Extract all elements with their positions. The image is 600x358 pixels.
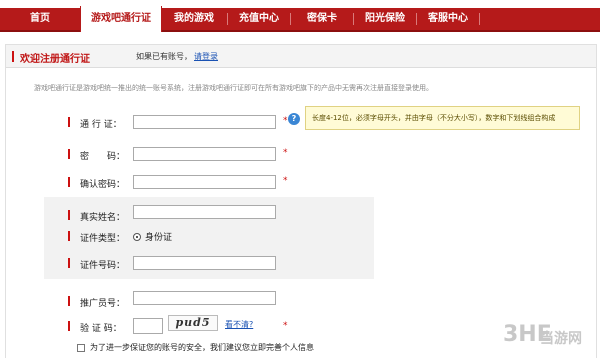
- intro-text: 游戏吧通行证是游戏吧统一推出的统一账号系统，注册游戏吧通行证即可在所有游戏吧旗下…: [34, 84, 433, 92]
- nav-security-card[interactable]: 密保卡: [291, 8, 353, 30]
- account-input[interactable]: [133, 115, 276, 129]
- watermark-text: 当游网: [540, 331, 582, 347]
- row-marker: [68, 149, 70, 159]
- nav-passport[interactable]: 游戏吧通行证: [80, 6, 162, 32]
- idtype-label: 证件类型：: [80, 234, 126, 244]
- row-marker: [68, 117, 70, 127]
- idnumber-input[interactable]: [133, 256, 276, 270]
- captcha-input[interactable]: [133, 318, 163, 334]
- required-star: *: [283, 116, 288, 126]
- row-marker: [68, 258, 70, 268]
- idtype-radio[interactable]: [133, 233, 141, 241]
- nav-divider: [479, 13, 480, 25]
- realname-input[interactable]: [133, 205, 276, 219]
- promoter-label: 推广员号：: [80, 299, 126, 309]
- row-marker: [68, 296, 70, 306]
- help-icon[interactable]: ?: [288, 113, 300, 125]
- required-star: *: [283, 148, 288, 158]
- register-panel: 欢迎注册通行证 如果已有账号， 请登录 游戏吧通行证是游戏吧统一推出的统一账号系…: [5, 44, 597, 358]
- login-note: 如果已有账号，: [136, 52, 192, 61]
- required-star: *: [283, 176, 288, 186]
- idnumber-label: 证件号码：: [80, 261, 126, 271]
- nav-home[interactable]: 首页: [0, 8, 80, 30]
- captcha-refresh-link[interactable]: 看不清?: [225, 319, 253, 330]
- page-title: 欢迎注册通行证: [20, 54, 90, 65]
- complete-info-label: 为了进一步保证您的账号的安全，我们建议您立即完善个人信息: [90, 343, 314, 352]
- account-tip: 长度4-12位，必须字母开头，并由字母（不分大小写），数字和下划线组合构成: [305, 106, 580, 130]
- password-input[interactable]: [133, 147, 276, 161]
- required-star: *: [283, 321, 288, 331]
- nav-my-games[interactable]: 我的游戏: [161, 8, 227, 30]
- top-nav: 首页 游戏吧通行证 我的游戏 充值中心 密保卡 阳光保险 客服中心: [0, 6, 600, 32]
- account-label: 通 行 证：: [80, 120, 122, 130]
- login-link[interactable]: 请登录: [194, 51, 218, 62]
- row-marker: [68, 177, 70, 187]
- confirm-password-input[interactable]: [133, 175, 276, 189]
- complete-info-checkbox[interactable]: [77, 344, 85, 352]
- captcha-image[interactable]: pud5: [168, 315, 218, 331]
- nav-recharge[interactable]: 充值中心: [228, 8, 290, 30]
- panel-header: 欢迎注册通行证 如果已有账号， 请登录: [6, 45, 596, 68]
- realname-label: 真实姓名：: [80, 213, 126, 223]
- idtype-value: 身份证: [145, 233, 173, 243]
- confirm-password-label: 确认密码：: [80, 180, 126, 190]
- nav-insurance[interactable]: 阳光保险: [354, 8, 416, 30]
- row-marker: [68, 210, 70, 220]
- captcha-label: 验 证 码：: [80, 324, 122, 334]
- header-marker: [12, 51, 14, 62]
- row-marker: [68, 321, 70, 331]
- promoter-input[interactable]: [133, 291, 276, 305]
- password-label: 密 码：: [80, 152, 126, 162]
- nav-customer-service[interactable]: 客服中心: [417, 8, 479, 30]
- row-marker: [68, 231, 70, 241]
